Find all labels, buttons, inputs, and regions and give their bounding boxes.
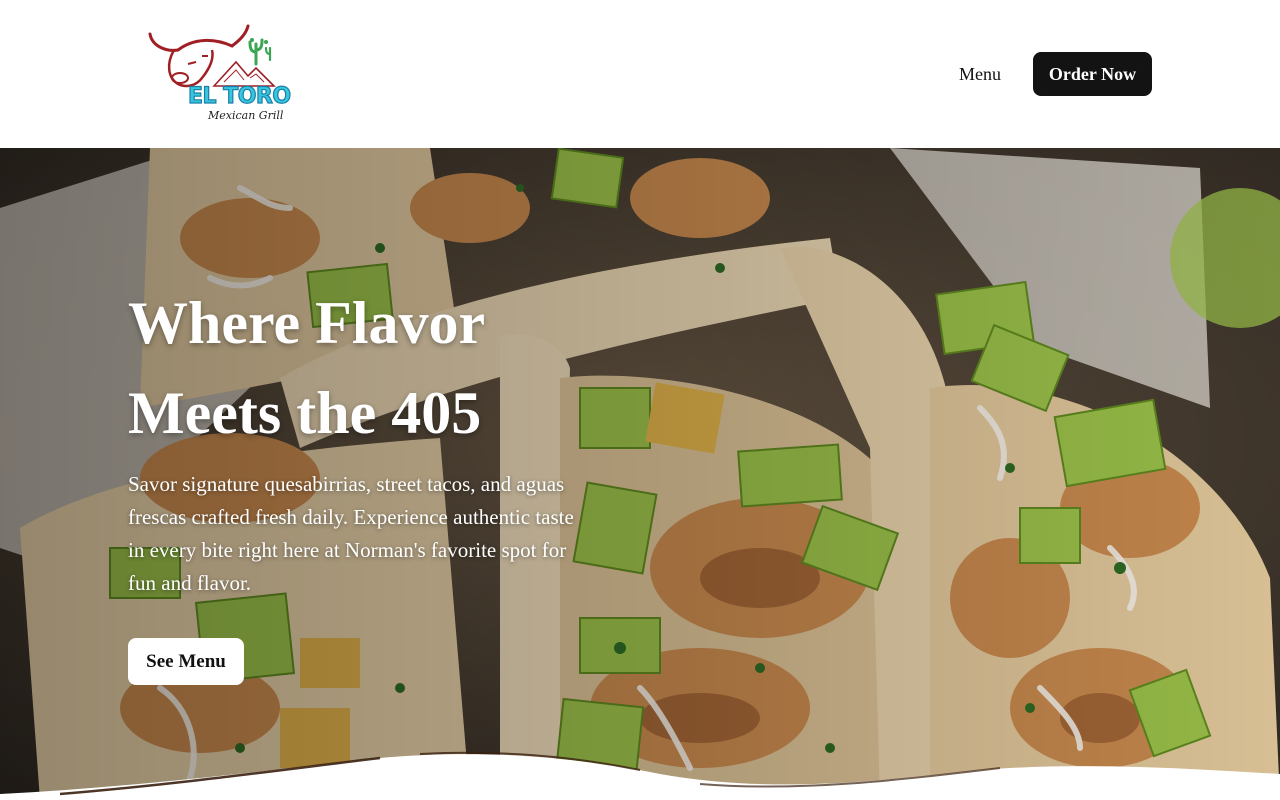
hero-section: Where Flavor Meets the 405 Savor signatu… bbox=[0, 148, 1280, 800]
hero-description: Savor signature quesabirrias, street tac… bbox=[128, 472, 574, 595]
hero-title: Where Flavor Meets the 405 bbox=[128, 278, 648, 458]
nav-menu-link[interactable]: Menu bbox=[959, 63, 1001, 85]
site-logo[interactable]: EL TORO Mexican Grill bbox=[144, 20, 292, 126]
logo-tagline: Mexican Grill bbox=[208, 109, 284, 122]
hero-title-line-2: Meets the 405 bbox=[128, 380, 482, 446]
wave-divider bbox=[0, 751, 1280, 800]
logo-brand-text: EL TORO bbox=[187, 84, 291, 109]
see-menu-button[interactable]: See Menu bbox=[128, 638, 244, 685]
order-now-button[interactable]: Order Now bbox=[1033, 52, 1152, 96]
site-header: EL TORO Mexican Grill Menu Order Now bbox=[0, 0, 1280, 148]
hero-title-line-1: Where Flavor bbox=[128, 290, 486, 356]
